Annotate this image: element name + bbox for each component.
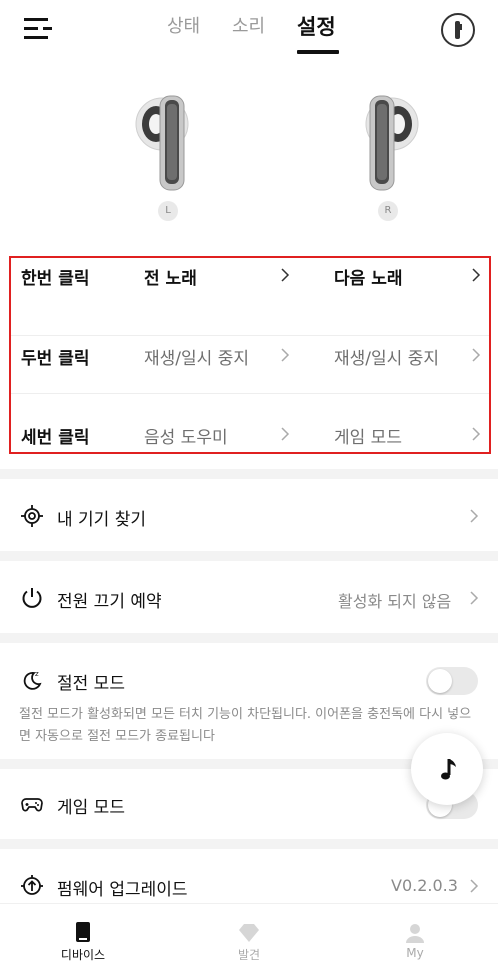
diamond-icon bbox=[239, 924, 259, 942]
power-save-label: 절전 모드 bbox=[57, 674, 125, 694]
find-device-row[interactable]: 내 기기 찾기 bbox=[0, 479, 498, 551]
bottom-navigation: 디바이스 발견 My bbox=[0, 903, 498, 969]
chevron-right-icon[interactable] bbox=[469, 879, 479, 893]
triple-click-left-action[interactable]: 음성 도우미 bbox=[144, 423, 228, 448]
single-click-left-action[interactable]: 전 노래 bbox=[144, 264, 197, 289]
active-tab-indicator bbox=[297, 50, 339, 54]
power-save-toggle[interactable] bbox=[426, 667, 478, 695]
nav-device-label: 디바이스 bbox=[60, 948, 106, 962]
target-icon bbox=[21, 505, 43, 527]
section-divider bbox=[0, 633, 498, 643]
single-click-right-action[interactable]: 다음 노래 bbox=[334, 264, 402, 289]
power-off-schedule-value: 활성화 되지 않음 bbox=[338, 592, 452, 611]
gamepad-icon bbox=[21, 798, 43, 812]
triple-click-label: 세번 클릭 bbox=[21, 428, 90, 448]
single-click-label: 한번 클릭 bbox=[21, 269, 90, 289]
double-click-right-action[interactable]: 재생/일시 중지 bbox=[334, 344, 439, 369]
chevron-right-icon[interactable] bbox=[471, 427, 481, 441]
find-device-label: 내 기기 찾기 bbox=[57, 510, 147, 530]
top-tabs: 상태 소리 설정 bbox=[0, 0, 498, 62]
power-off-schedule-label: 전원 끄기 예약 bbox=[57, 592, 162, 612]
nav-discover[interactable]: 발견 bbox=[194, 904, 304, 969]
firmware-upgrade-label: 펌웨어 업그레이드 bbox=[57, 880, 188, 900]
right-earbud-label: R bbox=[378, 201, 398, 221]
chevron-right-icon[interactable] bbox=[471, 268, 481, 282]
tab-sound[interactable]: 소리 bbox=[232, 12, 265, 38]
music-player-button[interactable] bbox=[411, 733, 483, 805]
top-header: 상태 소리 설정 bbox=[0, 0, 498, 62]
triple-click-row: 세번 클릭 음성 도우미 게임 모드 bbox=[11, 394, 489, 454]
tab-settings[interactable]: 설정 bbox=[297, 11, 336, 41]
right-earbud-image bbox=[354, 90, 420, 200]
nav-discover-label: 발견 bbox=[237, 948, 261, 962]
nav-device[interactable]: 디바이스 bbox=[28, 904, 138, 969]
power-off-schedule-row[interactable]: 전원 끄기 예약 활성화 되지 않음 bbox=[0, 561, 498, 633]
chevron-right-icon[interactable] bbox=[469, 509, 479, 523]
double-click-row: 두번 클릭 재생/일시 중지 재생/일시 중지 bbox=[11, 314, 489, 394]
section-divider bbox=[0, 551, 498, 561]
music-note-icon bbox=[441, 759, 456, 780]
nav-my[interactable]: My bbox=[360, 904, 470, 969]
toggle-knob bbox=[428, 669, 452, 693]
power-save-description: 절전 모드가 활성화되면 모든 터치 기능이 차단됩니다. 이어폰을 충전독에 … bbox=[19, 707, 472, 744]
game-mode-label: 게임 모드 bbox=[57, 798, 125, 818]
chevron-right-icon[interactable] bbox=[280, 268, 290, 282]
nav-my-label: My bbox=[406, 946, 424, 960]
chevron-right-icon[interactable] bbox=[469, 591, 479, 605]
device-icon bbox=[76, 922, 90, 942]
double-click-left-action[interactable]: 재생/일시 중지 bbox=[144, 344, 249, 369]
firmware-version: V0.2.0.3 bbox=[391, 876, 458, 895]
section-divider bbox=[0, 469, 498, 479]
brand-profile-icon[interactable] bbox=[441, 13, 475, 47]
triple-click-right-action[interactable]: 게임 모드 bbox=[334, 423, 402, 448]
moon-sleep-icon: z bbox=[23, 670, 42, 690]
svg-text:z: z bbox=[35, 670, 39, 678]
chevron-right-icon[interactable] bbox=[280, 348, 290, 362]
person-icon bbox=[406, 924, 424, 943]
firmware-upgrade-row[interactable]: 펌웨어 업그레이드 V0.2.0.3 bbox=[0, 849, 498, 903]
firmware-upload-icon bbox=[21, 875, 43, 895]
power-icon bbox=[22, 588, 42, 608]
tab-status[interactable]: 상태 bbox=[167, 12, 200, 38]
left-earbud-label: L bbox=[158, 201, 178, 221]
left-earbud-image bbox=[134, 90, 200, 200]
chevron-right-icon[interactable] bbox=[280, 427, 290, 441]
click-settings-panel: 한번 클릭 전 노래 다음 노래 두번 클릭 재생/일시 중지 재생/일시 중지… bbox=[9, 256, 491, 454]
section-divider bbox=[0, 839, 498, 849]
chevron-right-icon[interactable] bbox=[471, 348, 481, 362]
double-click-label: 두번 클릭 bbox=[21, 349, 90, 369]
